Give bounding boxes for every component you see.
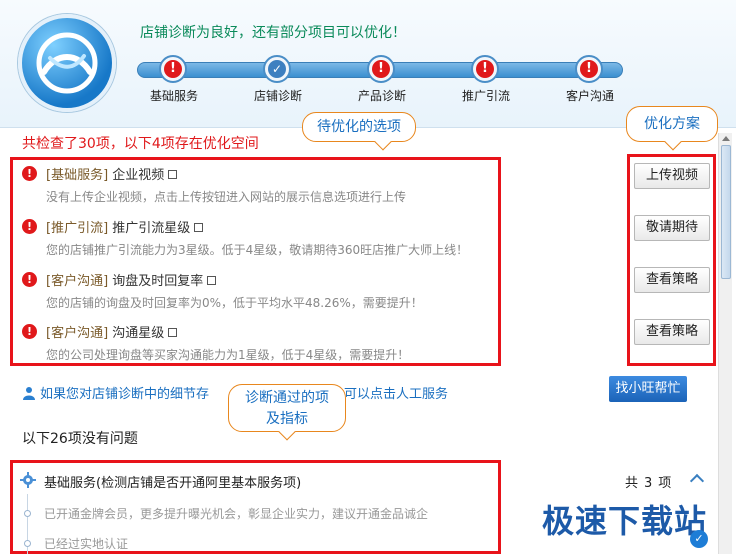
step-label: 店铺诊断: [253, 89, 302, 103]
expand-icon[interactable]: [168, 328, 178, 337]
gear-icon: [20, 472, 36, 488]
list-item: ! [客户沟通] 沟通星级 您的公司处理询盘等买家沟通能力为1星级，低于4星级，…: [22, 322, 492, 368]
person-icon: [23, 387, 35, 400]
list-item: ! [客户沟通] 询盘及时回复率 您的店铺的询盘及时回复率为0%，低于平均水平4…: [22, 270, 492, 316]
list-item: ! [基础服务] 企业视频 没有上传企业视频，点击上传按钮进入网站的展示信息选项…: [22, 164, 492, 210]
issue-category: [客户沟通]: [46, 326, 109, 341]
issue-category: [客户沟通]: [46, 274, 109, 289]
step-basic-service[interactable]: !: [159, 55, 187, 83]
header: 店铺诊断为良好，还有部分项目可以优化！ ! ✓ ! ! ! 基础服务 店铺诊断 …: [0, 0, 736, 128]
issue-desc: 您的公司处理询盘等买家沟通能力为1星级，低于4星级，需要提升！: [46, 348, 410, 362]
callout-text: 优化方案: [644, 116, 700, 132]
step-label: 产品诊断: [357, 89, 406, 103]
warning-icon: !: [22, 166, 37, 181]
expand-icon[interactable]: [207, 276, 217, 285]
callout-plan: 优化方案: [626, 106, 718, 151]
stay-tuned-button[interactable]: 敬请期待: [634, 215, 710, 241]
callout-text: 待优化的选项: [317, 119, 401, 135]
callout-tail: [374, 133, 392, 151]
issue-desc: 没有上传企业视频，点击上传按钮进入网站的展示信息选项进行上传: [46, 190, 407, 204]
count-value: 3: [644, 476, 659, 491]
expand-icon[interactable]: [194, 223, 204, 232]
check-summary: 共检查了30项，以下4项存在优化空间: [22, 136, 259, 152]
warning-icon: !: [22, 272, 37, 287]
check-icon: ✓: [268, 60, 286, 78]
warning-icon: !: [164, 60, 182, 78]
step-label: 基础服务: [149, 89, 198, 103]
issue-title[interactable]: [客户沟通] 询盘及时回复率: [46, 270, 217, 289]
warning-icon: !: [372, 60, 390, 78]
warning-icon: !: [580, 60, 598, 78]
group-count: 共3项: [625, 472, 677, 491]
upload-video-button[interactable]: 上传视频: [634, 163, 710, 189]
app-window: 店铺诊断为良好，还有部分项目可以优化！ ! ✓ ! ! ! 基础服务 店铺诊断 …: [0, 0, 736, 554]
view-strategy-button[interactable]: 查看策略: [634, 267, 710, 293]
issue-title[interactable]: [推广引流] 推广引流星级: [46, 217, 204, 236]
count-prefix: 共: [625, 476, 645, 491]
issue-name: 询盘及时回复率: [112, 274, 204, 289]
timeline-dot: [24, 510, 31, 517]
list-item: 已经过实地认证: [44, 537, 129, 551]
ask-xiaowang-button[interactable]: 找小旺帮忙: [609, 376, 687, 402]
issue-name: 推广引流星级: [112, 221, 191, 236]
step-product-diagnosis[interactable]: !: [367, 55, 395, 83]
issue-name: 沟通星级: [112, 326, 165, 341]
warning-icon: !: [476, 60, 494, 78]
issue-category: [推广引流]: [46, 221, 109, 236]
scroll-up-icon[interactable]: [722, 136, 730, 141]
step-label: 推广引流: [461, 89, 510, 103]
scrollbar-thumb[interactable]: [721, 145, 731, 279]
step-shop-diagnosis[interactable]: ✓: [263, 55, 291, 83]
callout-passed: 诊断通过的项 及指标: [228, 384, 346, 441]
issue-category: [基础服务]: [46, 168, 109, 183]
issue-title[interactable]: [基础服务] 企业视频: [46, 164, 178, 183]
list-item: 已开通金牌会员，更多提升曝光机会，彰显企业实力，建议开通金品诚企: [44, 507, 429, 521]
callout-to-optimize: 待优化的选项: [302, 112, 416, 151]
expand-icon[interactable]: [168, 170, 178, 179]
scrollbar[interactable]: [718, 133, 732, 554]
logo-swirl-icon: [36, 32, 98, 94]
issue-name: 企业视频: [112, 168, 165, 183]
list-item: ! [推广引流] 推广引流星级 您的店铺推广引流能力为3星级。低于4星级，敬请期…: [22, 217, 492, 263]
timeline-dot: [24, 540, 31, 547]
warning-icon: !: [22, 324, 37, 339]
issue-desc: 您的店铺的询盘及时回复率为0%，低于平均水平48.26%，需要提升！: [46, 296, 423, 310]
callout-tail: [664, 133, 682, 151]
step-label: 客户沟通: [565, 89, 614, 103]
step-customer-communication[interactable]: !: [575, 55, 603, 83]
issue-desc: 您的店铺推广引流能力为3星级。低于4星级，敬请期待360旺店推广大师上线！: [46, 243, 469, 257]
group-title: 基础服务(检测店铺是否开通阿里基本服务项): [44, 476, 302, 491]
watermark-check-icon: ✓: [690, 530, 708, 548]
issue-title[interactable]: [客户沟通] 沟通星级: [46, 322, 178, 341]
watermark: 极速下载站: [542, 502, 708, 540]
view-strategy-button[interactable]: 查看策略: [634, 319, 710, 345]
help-text-start[interactable]: 如果您对店铺诊断中的细节存: [40, 387, 209, 402]
app-logo: [18, 14, 116, 112]
callout-text: 诊断通过的项: [245, 390, 329, 406]
chevron-up-icon[interactable]: [689, 473, 705, 489]
count-suffix: 项: [658, 476, 678, 491]
step-promotion[interactable]: !: [471, 55, 499, 83]
passed-items-title: 以下26项没有问题: [22, 431, 138, 447]
diagnosis-message: 店铺诊断为良好，还有部分项目可以优化！: [140, 25, 406, 41]
warning-icon: !: [22, 219, 37, 234]
